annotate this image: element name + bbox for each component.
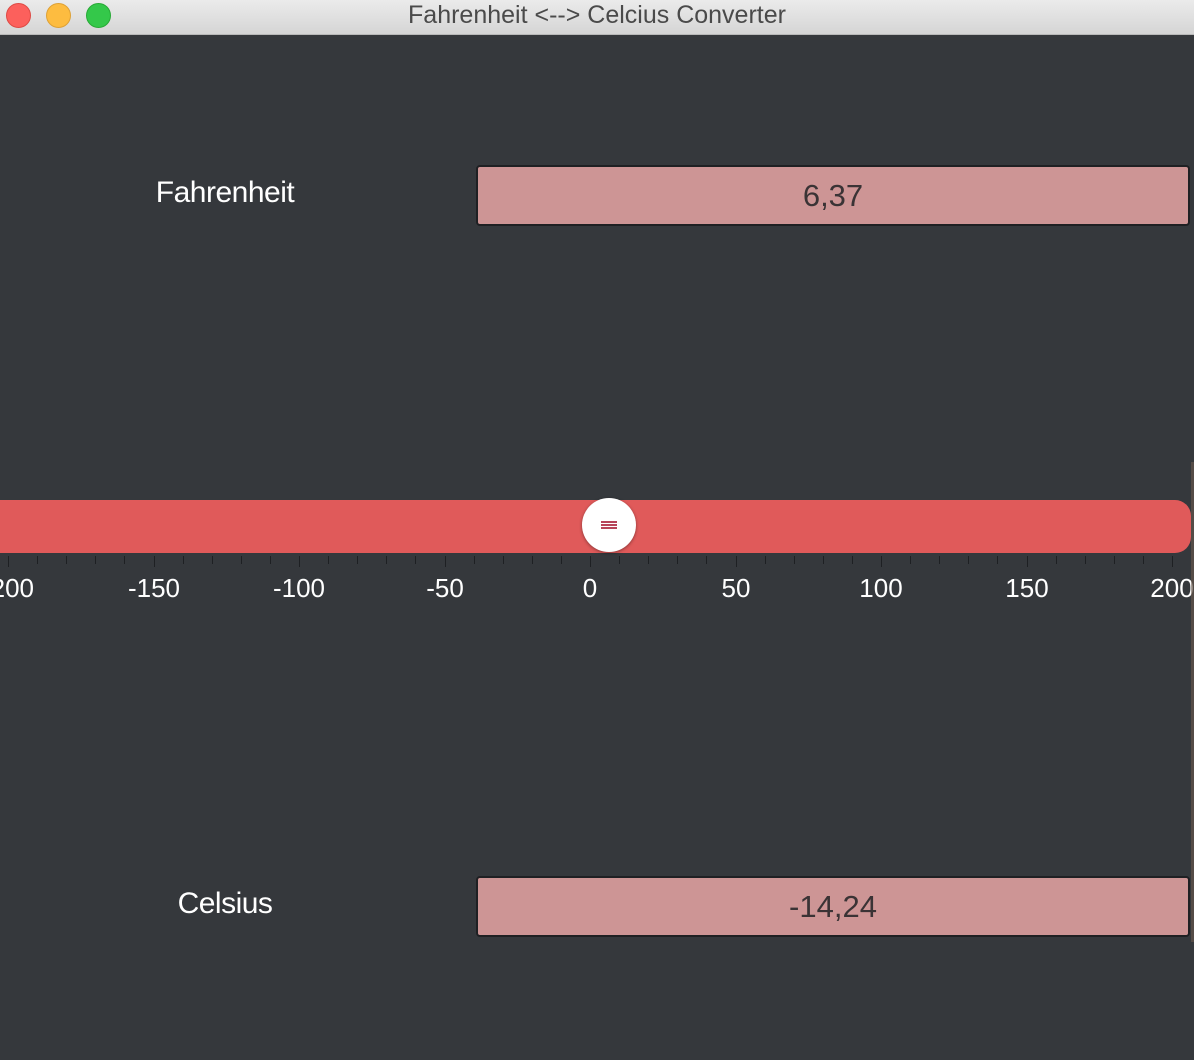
- slider-tick: [445, 556, 446, 567]
- slider-tick: [66, 556, 67, 564]
- slider-tick: [1056, 556, 1057, 564]
- slider-tick: [1027, 556, 1028, 567]
- slider-tick: [474, 556, 475, 564]
- celsius-input[interactable]: [476, 876, 1190, 937]
- fahrenheit-label: Fahrenheit: [155, 176, 295, 209]
- slider-tick: [794, 556, 795, 564]
- slider-tick: [939, 556, 940, 564]
- celsius-label: Celsius: [177, 887, 273, 920]
- app-window: Fahrenheit <--> Celcius Converter Fahren…: [0, 0, 1194, 1060]
- slider-tick: [241, 556, 242, 564]
- slider-tick: [1085, 556, 1086, 564]
- slider-tick: [1172, 556, 1173, 567]
- window-title: Fahrenheit <--> Celcius Converter: [408, 1, 786, 29]
- slider-tick: [8, 556, 9, 567]
- slider-tick: [183, 556, 184, 564]
- slider-tick: [328, 556, 329, 564]
- slider-tick: [124, 556, 125, 564]
- slider-tick-label: 200: [1150, 573, 1194, 603]
- slider-tick: [561, 556, 562, 564]
- slider-tick-label: 50: [721, 573, 751, 603]
- slider-tick: [357, 556, 358, 564]
- slider-tick-label: -200: [0, 573, 35, 603]
- slider-tick: [736, 556, 737, 567]
- slider-tick: [619, 556, 620, 564]
- slider-tick: [765, 556, 766, 564]
- slider-tick: [706, 556, 707, 564]
- slider-tick: [37, 556, 38, 564]
- slider-tick-label: -50: [426, 573, 464, 603]
- slider-tick: [677, 556, 678, 564]
- slider-tick: [270, 556, 271, 564]
- slider-tick-marks: [0, 556, 1194, 568]
- grip-lines-icon: [600, 521, 617, 529]
- slider-tick-label: 150: [1005, 573, 1049, 603]
- slider-tick: [386, 556, 387, 564]
- slider-tick: [881, 556, 882, 567]
- slider-tick: [299, 556, 300, 567]
- title-bar[interactable]: Fahrenheit <--> Celcius Converter: [0, 0, 1194, 35]
- temperature-slider-thumb[interactable]: [581, 498, 636, 552]
- slider-tick: [503, 556, 504, 564]
- slider-tick-label: -150: [127, 573, 181, 603]
- slider-tick: [823, 556, 824, 564]
- slider-tick: [910, 556, 911, 564]
- slider-tick: [415, 556, 416, 564]
- slider-tick: [154, 556, 155, 567]
- slider-tick: [968, 556, 969, 564]
- slider-tick: [648, 556, 649, 564]
- slider-tick: [212, 556, 213, 564]
- slider-tick: [95, 556, 96, 564]
- slider-tick: [1114, 556, 1115, 564]
- slider-tick: [532, 556, 533, 564]
- slider-tick-label: 100: [859, 573, 903, 603]
- fahrenheit-input[interactable]: [476, 165, 1190, 226]
- slider-tick: [852, 556, 853, 564]
- slider-tick-label: 0: [582, 573, 598, 603]
- slider-tick: [590, 556, 591, 567]
- slider-tick: [997, 556, 998, 564]
- slider-tick: [1143, 556, 1144, 564]
- slider-tick-label: -100: [272, 573, 326, 603]
